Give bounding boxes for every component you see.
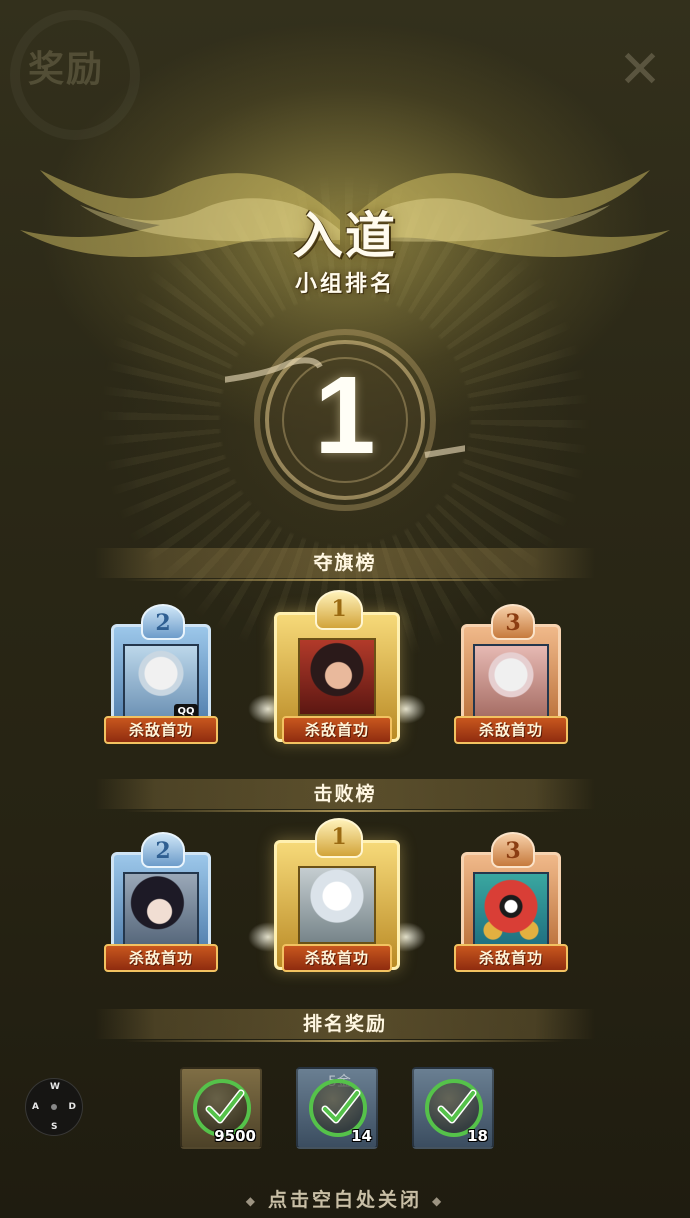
reward-item-2[interactable]: 5金 14 — [296, 1067, 378, 1149]
player-avatar — [298, 638, 376, 716]
flag-board-rank-3-card[interactable]: 3 杀敌首功 — [446, 604, 576, 754]
rank-tier-name: 入道 — [293, 206, 397, 265]
close-hint-text: 点击空白处关闭 — [267, 1189, 422, 1211]
rank-badge: 3 — [491, 604, 535, 640]
flag-board-rank-2-card[interactable]: 2 QQ 杀敌首功 — [96, 604, 226, 754]
kill-title-ribbon: 杀敌首功 — [282, 716, 392, 744]
defeat-board-rank-3-card[interactable]: 3 杀敌首功 — [446, 832, 576, 982]
kill-title-ribbon: 杀敌首功 — [282, 944, 392, 972]
flag-board-rank-1-card[interactable]: 1 杀敌首功 — [248, 590, 426, 764]
reward-item-1[interactable]: 9500 — [180, 1067, 262, 1149]
wasd-joystick[interactable]: W A D S — [25, 1078, 83, 1136]
joystick-up-label: W — [50, 1082, 60, 1092]
flag-board-header: 夺旗榜 — [95, 548, 595, 581]
joystick-center — [51, 1104, 57, 1110]
reward-quantity: 14 — [351, 1127, 372, 1145]
reward-item-3[interactable]: 18 — [412, 1067, 494, 1149]
kill-title-ribbon: 杀敌首功 — [454, 944, 568, 972]
joystick-right-label: D — [68, 1102, 76, 1112]
player-avatar — [298, 866, 376, 944]
defeat-board-rank-1-card[interactable]: 1 杀敌首功 — [248, 818, 426, 992]
player-avatar — [123, 872, 199, 948]
reward-quantity: 18 — [467, 1127, 488, 1145]
joystick-down-label: S — [51, 1122, 58, 1132]
player-avatar — [473, 872, 549, 948]
reward-quantity: 9500 — [214, 1127, 256, 1145]
rank-rewards-header: 排名奖励 — [95, 1009, 595, 1042]
defeat-board-header: 击败榜 — [95, 779, 595, 812]
rank-badge: 3 — [491, 832, 535, 868]
rank-badge: 1 — [315, 590, 363, 630]
player-avatar — [473, 644, 549, 720]
rank-badge: 2 — [141, 604, 185, 640]
rank-number: 1 — [314, 354, 376, 477]
rank-badge: 1 — [315, 818, 363, 858]
page-title: 奖励 — [28, 49, 105, 90]
defeat-board-rank-2-card[interactable]: 2 杀敌首功 — [96, 832, 226, 982]
diamond-icon: ◆ — [432, 1193, 445, 1208]
group-rank-label: 小组排名 — [294, 272, 395, 297]
close-icon[interactable]: ✕ — [614, 44, 666, 96]
kill-title-ribbon: 杀敌首功 — [454, 716, 568, 744]
kill-title-ribbon: 杀敌首功 — [104, 716, 218, 744]
joystick-left-label: A — [32, 1102, 39, 1112]
rank-badge: 2 — [141, 832, 185, 868]
close-hint[interactable]: ◆ 点击空白处关闭 ◆ — [0, 1185, 690, 1212]
kill-title-ribbon: 杀敌首功 — [104, 944, 218, 972]
diamond-icon: ◆ — [245, 1193, 258, 1208]
